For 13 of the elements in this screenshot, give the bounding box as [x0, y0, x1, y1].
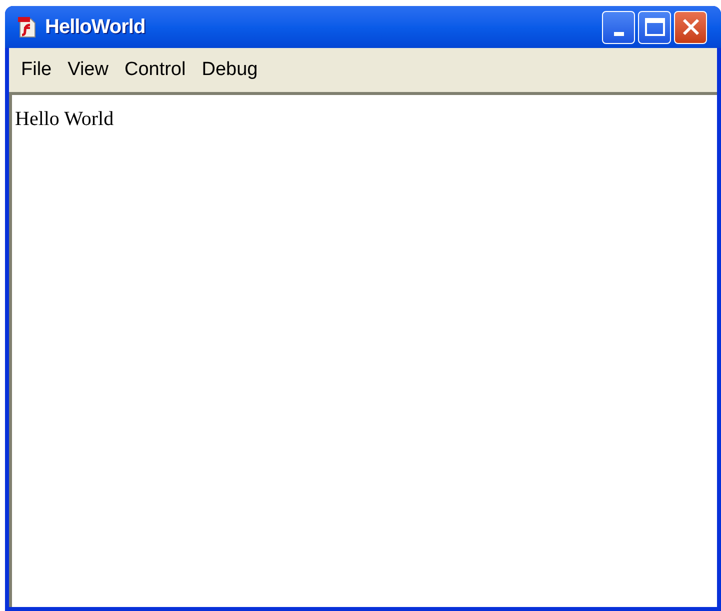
maximize-button[interactable] [638, 10, 671, 44]
content-text: Hello World [15, 108, 114, 130]
minimize-button[interactable] [602, 10, 635, 44]
close-button[interactable] [674, 10, 707, 44]
close-icon [682, 18, 700, 36]
minimize-icon [614, 32, 624, 36]
menu-item[interactable]: Debug [194, 56, 266, 84]
menu-item[interactable]: View [60, 56, 116, 84]
maximize-icon [644, 18, 664, 36]
window-title: HelloWorld [45, 15, 146, 40]
menu-item[interactable]: File [13, 56, 60, 84]
document-icon [17, 16, 37, 38]
menu-item[interactable]: Control [116, 56, 194, 84]
